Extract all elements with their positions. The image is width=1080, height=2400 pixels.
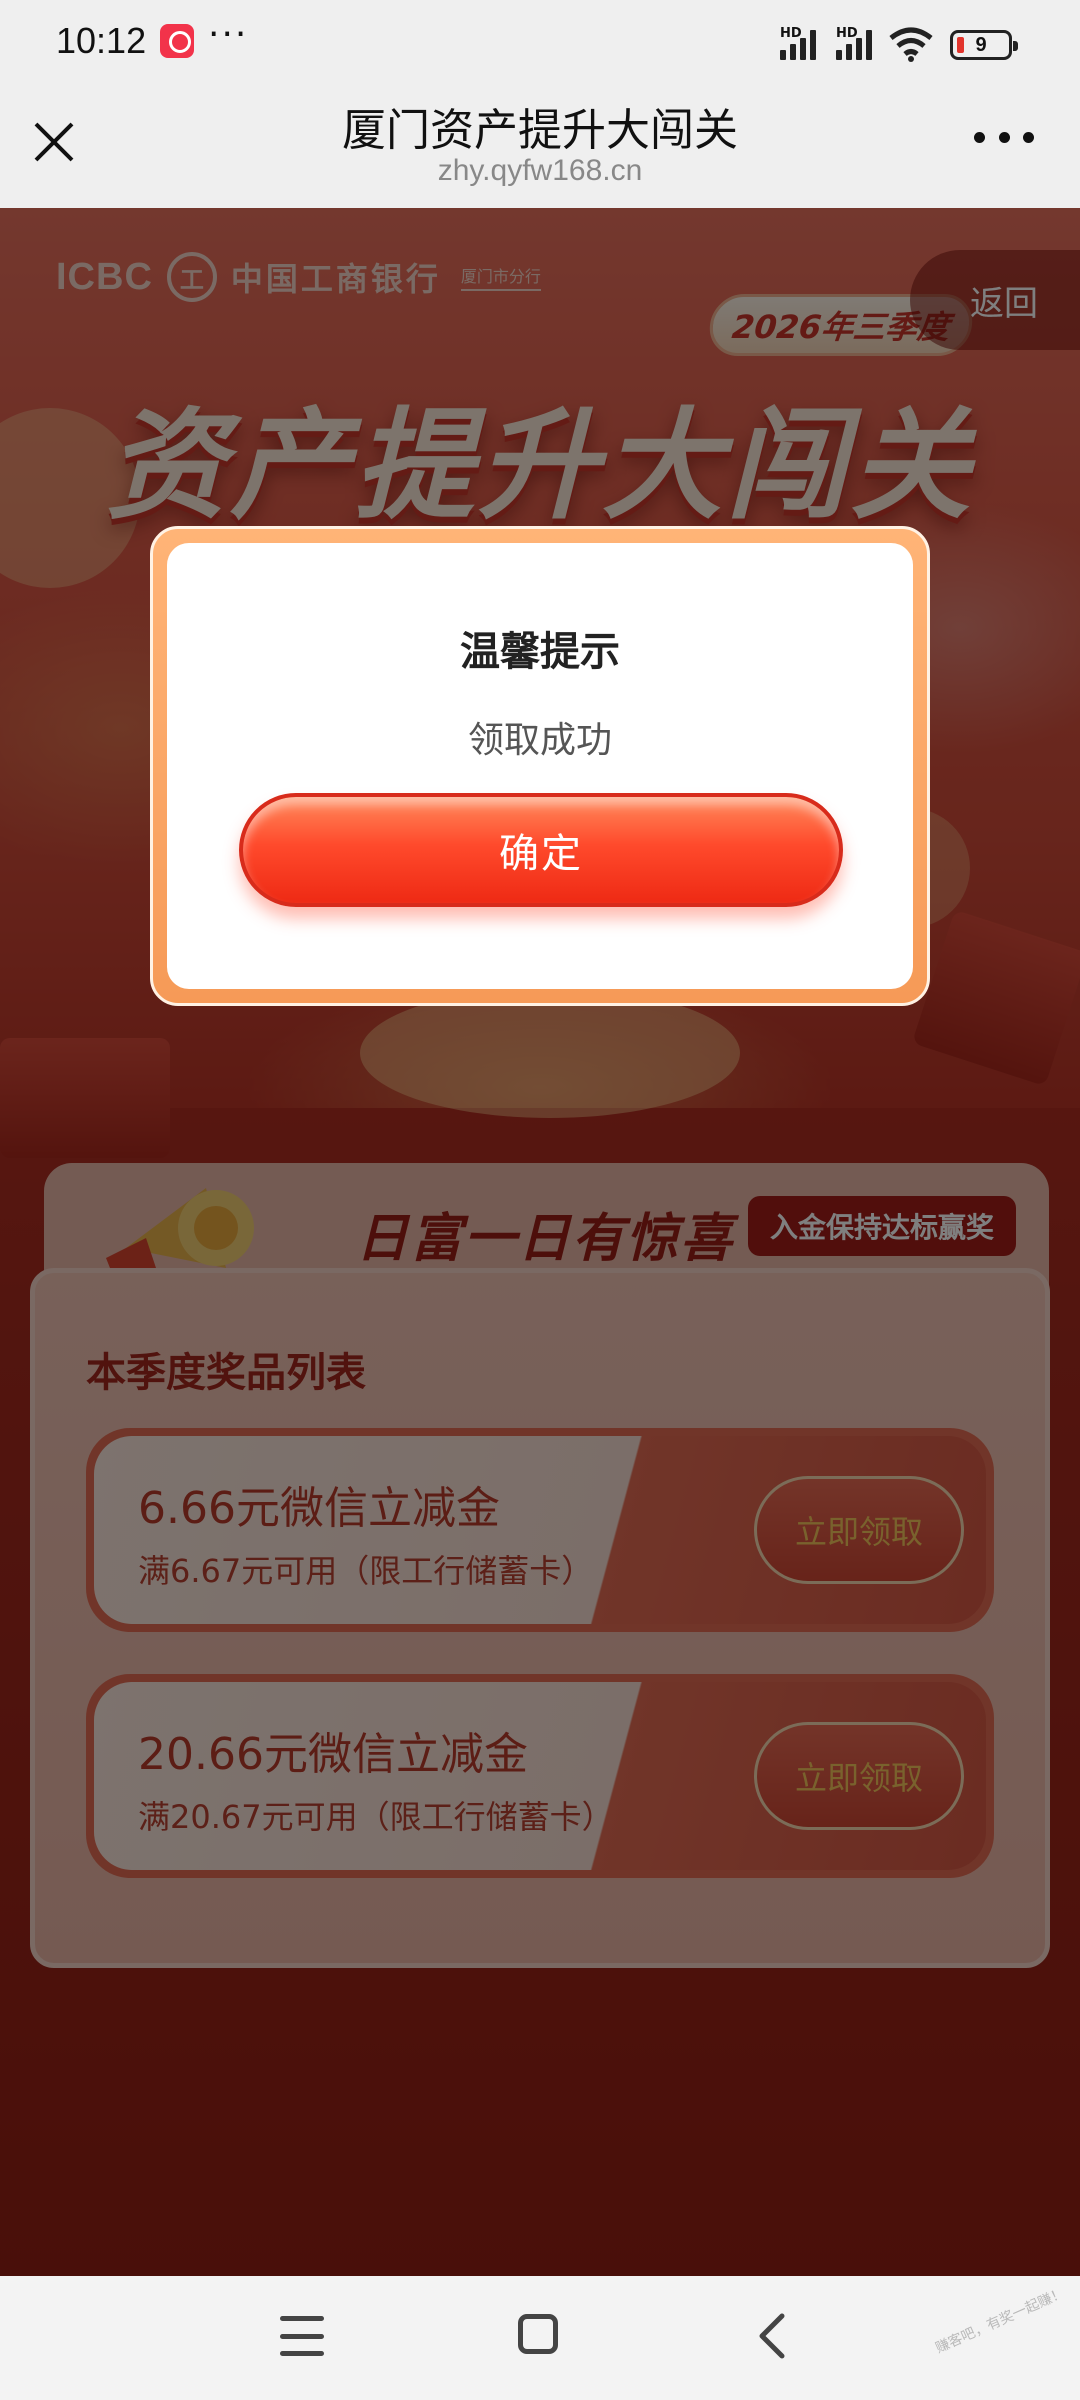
- wifi-icon: [889, 27, 933, 62]
- dialog-title: 温馨提示: [460, 629, 620, 675]
- more-notifications-icon: ···: [208, 14, 249, 55]
- signal-icon-1: [780, 28, 816, 60]
- modal-overlay[interactable]: [0, 208, 1080, 2276]
- system-nav-bar: [0, 2276, 1080, 2400]
- recent-apps-icon[interactable]: [280, 2316, 324, 2356]
- page-title: 厦门资产提升大闯关: [342, 105, 738, 156]
- signal-icon-2: [836, 28, 872, 60]
- browser-title-bar: 厦门资产提升大闯关 zhy.qyfw168.cn: [0, 88, 1080, 208]
- page-url: zhy.qyfw168.cn: [437, 154, 643, 187]
- web-page: ICBC 工 中国工商银行 厦门市分行 2026年三季度 返回 资产提升大闯关 …: [0, 208, 1080, 2276]
- confirm-button[interactable]: 确定: [239, 793, 843, 907]
- battery-icon: 9: [950, 30, 1018, 60]
- notice-dialog: 温馨提示 领取成功 确定: [150, 526, 930, 1006]
- status-time: 10:12: [56, 20, 147, 61]
- status-bar: 10:12 ··· HD HD 9: [0, 0, 1080, 88]
- back-icon[interactable]: [752, 2312, 792, 2360]
- more-options-icon[interactable]: [974, 132, 1034, 152]
- battery-level: 9: [975, 33, 987, 56]
- home-icon[interactable]: [518, 2314, 558, 2354]
- notification-app-icon: [160, 24, 194, 58]
- dialog-message: 领取成功: [467, 720, 612, 761]
